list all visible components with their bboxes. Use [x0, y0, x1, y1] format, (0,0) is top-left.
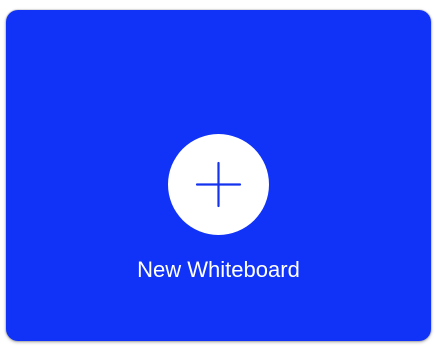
new-whiteboard-card[interactable]: New Whiteboard — [6, 10, 431, 341]
new-whiteboard-label: New Whiteboard — [137, 257, 300, 282]
page: New Whiteboard — [0, 0, 436, 347]
plus-icon — [195, 161, 242, 208]
add-button-circle[interactable] — [168, 134, 269, 235]
